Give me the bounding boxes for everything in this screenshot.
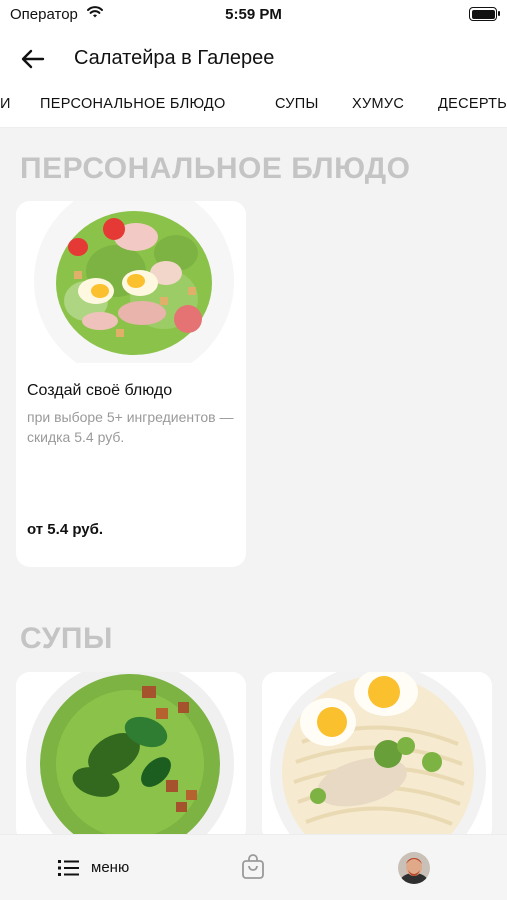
- noodle-soup-image: [262, 672, 492, 842]
- menu-label: меню: [91, 859, 130, 876]
- section-title-soups: СУПЫ: [20, 622, 113, 655]
- tab-personal-dish[interactable]: ПЕРСОНАЛЬНОЕ БЛЮДО: [40, 96, 226, 112]
- battery-icon: [469, 7, 500, 21]
- list-icon: [58, 859, 80, 882]
- product-card[interactable]: [262, 672, 492, 842]
- tab-desserts[interactable]: ДЕСЕРТЫ: [438, 96, 507, 112]
- tab-previous[interactable]: И: [0, 96, 11, 112]
- status-bar: Оператор 5:59 PM: [0, 0, 507, 30]
- category-tabs: И ПЕРСОНАЛЬНОЕ БЛЮДО СУПЫ ХУМУС ДЕСЕРТЫ: [0, 88, 507, 128]
- product-card[interactable]: [16, 672, 246, 842]
- arrow-left-icon[interactable]: [18, 44, 48, 74]
- product-price: от 5.4 руб.: [27, 521, 104, 538]
- bottom-nav: меню: [0, 834, 507, 900]
- product-card[interactable]: Создай своё блюдо при выборе 5+ ингредие…: [16, 201, 246, 567]
- app-header: Салатейра в Галерее: [0, 30, 507, 88]
- tab-soups[interactable]: СУПЫ: [275, 96, 319, 112]
- caesar-salad-image: [16, 201, 246, 363]
- page-title: Салатейра в Галерее: [74, 47, 275, 69]
- clock: 5:59 PM: [225, 6, 282, 23]
- shopping-bag-icon[interactable]: [241, 854, 265, 880]
- product-name: Создай своё блюдо: [27, 382, 173, 399]
- green-soup-image: [16, 672, 246, 842]
- product-description: при выборе 5+ ингредиентов — скидка 5.4 …: [27, 409, 234, 445]
- section-title-personal-dish: ПЕРСОНАЛЬНОЕ БЛЮДО: [20, 152, 411, 185]
- avatar-icon[interactable]: [398, 852, 430, 884]
- tab-hummus[interactable]: ХУМУС: [352, 96, 404, 112]
